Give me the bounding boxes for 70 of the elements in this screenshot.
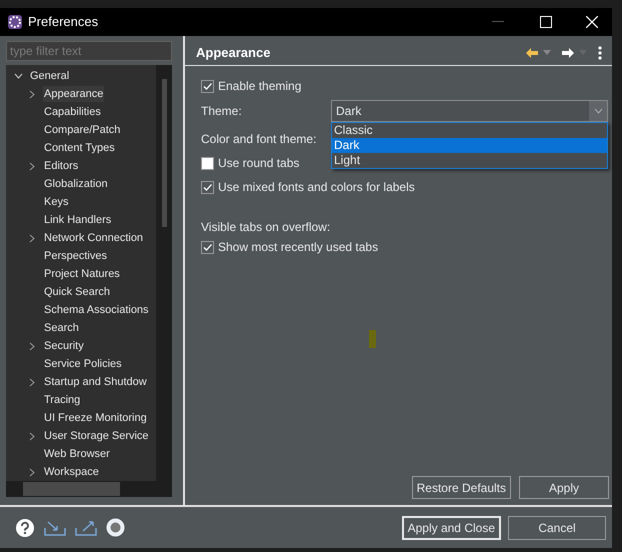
back-arrow-icon[interactable] [525,46,539,58]
maximize-icon[interactable] [540,16,552,28]
tree-item[interactable]: Service Policies [43,356,123,372]
tree-item[interactable]: UI Freeze Monitoring [43,410,148,426]
window-title: Preferences [28,13,98,32]
tree-item[interactable]: Compare/Patch [43,122,122,138]
tree-item[interactable]: Capabilities [43,104,102,120]
checkbox-label[interactable]: Show most recently used tabs [218,238,378,256]
chevron-right-icon[interactable] [29,90,35,98]
tree-item[interactable]: Globalization [43,176,109,192]
apply-button[interactable]: Apply [519,476,609,499]
checkbox-label[interactable]: Use mixed fonts and colors for labels [218,178,415,196]
close-icon[interactable] [586,16,598,28]
tree-item[interactable]: Perspectives [43,248,108,264]
filter-field[interactable]: type filter text [6,41,172,61]
tree-item[interactable]: Project Natures [43,266,121,282]
theme-dropdown[interactable]: Dark [331,100,608,122]
dropdown-option[interactable]: Light [332,153,607,168]
scroll-thumb[interactable] [23,482,120,496]
tree-item[interactable]: Search [43,320,80,336]
chevron-down-icon[interactable] [14,73,22,79]
more-icon[interactable] [598,46,602,60]
checkbox[interactable] [201,80,214,92]
tree-item[interactable]: General [29,68,70,84]
dropdown-option[interactable]: Dark [332,138,607,153]
field-label: Visible tabs on overflow: [201,219,330,236]
tree-item[interactable]: Security [43,338,85,354]
tree-item[interactable]: Link Handlers [43,212,112,228]
cancel-button[interactable]: Cancel [508,516,606,540]
tree-item[interactable]: Network Connection [43,230,144,246]
apply-and-close-button[interactable]: Apply and Close [402,516,501,540]
restore-defaults-button[interactable]: Restore Defaults [412,476,511,499]
checkbox[interactable] [201,240,214,254]
chevron-right-icon[interactable] [29,432,35,440]
tree-item[interactable]: User Storage Service [43,428,150,444]
chevron-down-icon [594,108,602,114]
gear-icon [7,14,23,30]
tree-item[interactable]: Schema Associations [43,302,150,318]
tree-item[interactable]: Keys [43,194,70,210]
horizontal-scrollbar[interactable] [6,481,172,497]
minimize-icon[interactable] [492,21,504,23]
checkbox[interactable] [201,180,214,194]
chevron-right-icon[interactable] [29,468,35,476]
forward-arrow-icon[interactable] [561,46,575,58]
checkbox-label[interactable]: Enable theming [218,77,302,95]
tree-item[interactable]: Web Browser [43,446,111,462]
chevron-right-icon[interactable] [29,378,35,386]
tree-item[interactable]: Appearance [43,86,104,102]
checkbox-label[interactable]: Use round tabs [218,154,300,172]
tree-item[interactable]: Quick Search [43,284,112,300]
tree-item[interactable]: Content Types [43,140,116,156]
chevron-right-icon[interactable] [29,162,35,170]
chevron-right-icon[interactable] [29,342,35,350]
marker-block [369,330,376,348]
export-icon[interactable] [75,520,97,536]
chevron-right-icon[interactable] [29,234,35,242]
help-icon[interactable] [16,518,34,536]
page-title: Appearance [196,44,270,62]
field-label: Theme: [201,103,242,120]
tree-item[interactable]: Workspace [43,464,100,480]
field-label: Color and font theme: [201,131,316,148]
tree-item[interactable]: Tracing [43,392,82,408]
checkbox[interactable] [201,156,214,170]
import-icon[interactable] [44,520,66,536]
tree-item[interactable]: Editors [43,158,80,174]
tree-item[interactable]: Startup and Shutdow [43,374,148,390]
dropdown-option[interactable]: Classic [332,123,607,138]
record-icon[interactable] [106,518,125,537]
scroll-thumb[interactable] [162,79,166,227]
vertical-scrollbar[interactable] [156,65,172,481]
